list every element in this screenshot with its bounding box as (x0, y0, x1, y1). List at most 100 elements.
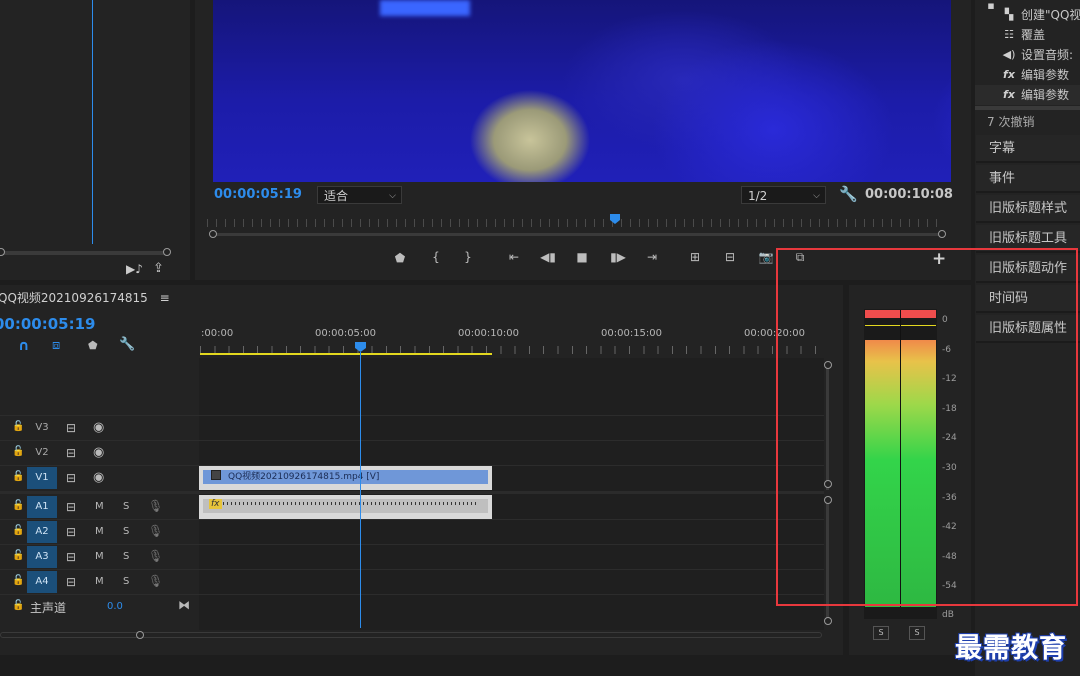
linked-selection-icon[interactable]: ⧈ (52, 338, 60, 353)
timeline-settings-wrench-icon[interactable]: 🔧 (119, 337, 135, 352)
solo-button[interactable]: S (123, 576, 129, 587)
fit-dropdown[interactable]: 适合 ⌵ (317, 186, 402, 204)
video-clip-label: QQ视频20210926174815.mp4 [V] (228, 472, 380, 482)
program-zoom-bar[interactable] (214, 233, 942, 236)
lock-icon[interactable]: 🔓 (12, 500, 24, 511)
lock-icon[interactable]: 🔓 (12, 525, 24, 536)
track-header-v3: 🔓 V3 ⊟ ◉ (0, 417, 199, 441)
track-label[interactable]: V3 (27, 417, 57, 439)
timeline-playhead-line[interactable] (360, 352, 361, 628)
mark-out-icon[interactable]: } (459, 250, 477, 264)
mute-button[interactable]: M (95, 526, 104, 537)
program-zoom-handle-left[interactable] (209, 230, 217, 238)
history-scrollbar[interactable] (975, 106, 1080, 110)
lock-icon[interactable]: 🔓 (12, 550, 24, 561)
video-clip[interactable]: QQ视频20210926174815.mp4 [V] (199, 466, 492, 490)
eye-icon[interactable]: ◉ (93, 470, 104, 485)
timeline-timecode[interactable]: 00:00:05:19 (0, 315, 96, 333)
history-item[interactable]: ☷ 覆盖 (975, 25, 1080, 45)
lock-icon[interactable]: 🔓 (12, 471, 24, 482)
tab-captions[interactable]: 字幕 (976, 135, 1080, 163)
audio-clip[interactable]: fx (199, 495, 492, 519)
lift-icon[interactable]: ⊞ (686, 250, 704, 264)
snap-magnet-icon[interactable]: ∩ (18, 338, 29, 354)
ruler-label: 00:00:05:00 (315, 328, 377, 339)
step-forward-icon[interactable]: ▮▶ (609, 250, 627, 264)
wrench-settings-icon[interactable]: 🔧 (839, 185, 858, 203)
video-audio-divider[interactable] (0, 491, 824, 494)
master-volume-value[interactable]: 0.0 (107, 601, 123, 612)
tab-legacy-title-styles[interactable]: 旧版标题样式 (976, 195, 1080, 223)
vscroll-handle[interactable] (824, 617, 832, 625)
stop-icon[interactable]: ■ (573, 250, 591, 264)
mute-button[interactable]: M (95, 576, 104, 587)
solo-left-button[interactable]: S (873, 626, 889, 640)
microphone-icon[interactable]: 🎙 (148, 574, 163, 588)
timeline-tracks-area[interactable] (199, 358, 824, 630)
hscroll-handle[interactable] (136, 631, 144, 639)
track-header-v2: 🔓 V2 ⊟ ◉ (0, 442, 199, 466)
history-item[interactable]: fx 编辑参数 (975, 65, 1080, 85)
eye-icon[interactable]: ◉ (93, 445, 104, 460)
lock-icon[interactable]: 🔓 (12, 575, 24, 586)
bowtie-icon[interactable]: ⧓ (178, 598, 190, 612)
insert-clip-icon[interactable]: ▶♪ (126, 262, 143, 276)
solo-button[interactable]: S (123, 551, 129, 562)
sync-lock-icon[interactable]: ⊟ (66, 575, 76, 589)
tab-events[interactable]: 事件 (976, 165, 1080, 193)
sync-lock-icon[interactable]: ⊟ (66, 550, 76, 564)
clip-icon: ▚ (1004, 8, 1014, 21)
sync-lock-icon[interactable]: ⊟ (66, 525, 76, 539)
resolution-dropdown[interactable]: 1/2 ⌵ (741, 186, 826, 204)
go-to-out-icon[interactable]: ⇥ (643, 250, 661, 264)
history-item[interactable]: fx 编辑参数 (975, 85, 1080, 105)
sync-lock-icon[interactable]: ⊟ (66, 500, 76, 514)
track-header-a2: 🔓 A2 ⊟ M S 🎙 (0, 521, 199, 545)
work-area-bar[interactable] (200, 353, 492, 355)
history-item[interactable]: ◀) 设置音频: (975, 45, 1080, 65)
program-zoom-handle-right[interactable] (938, 230, 946, 238)
track-header-master: 🔓 主声道 0.0 ⧓ (0, 596, 199, 620)
eye-icon[interactable]: ◉ (93, 420, 104, 435)
mark-in-icon[interactable]: { (427, 250, 445, 264)
solo-right-button[interactable]: S (909, 626, 925, 640)
solo-button[interactable]: S (123, 526, 129, 537)
history-item[interactable]: ▚ 创建"QQ视 (975, 5, 1080, 25)
add-marker-icon[interactable]: ⬟ (391, 251, 409, 265)
mute-button[interactable]: M (95, 501, 104, 512)
program-time-ruler[interactable] (207, 219, 943, 227)
export-icon[interactable]: ⇪ (153, 261, 164, 276)
program-duration-timecode: 00:00:10:08 (865, 187, 953, 202)
program-current-timecode[interactable]: 00:00:05:19 (214, 187, 302, 202)
lock-icon[interactable]: 🔓 (12, 600, 24, 611)
lock-icon[interactable]: 🔓 (12, 446, 24, 457)
sequence-tab[interactable]: QQ视频20210926174815 ≡ (0, 289, 170, 306)
resolution-dropdown-label: 1/2 (748, 189, 768, 203)
lock-icon[interactable]: 🔓 (12, 421, 24, 432)
mute-button[interactable]: M (95, 551, 104, 562)
track-label[interactable]: A3 (27, 546, 57, 568)
track-label[interactable]: V1 (27, 467, 57, 489)
microphone-icon[interactable]: 🎙 (148, 524, 163, 538)
timeline-hscroll[interactable] (0, 632, 822, 638)
sync-lock-icon[interactable]: ⊟ (66, 446, 76, 460)
sync-lock-icon[interactable]: ⊟ (66, 421, 76, 435)
track-label[interactable]: A1 (27, 496, 57, 518)
track-label[interactable]: V2 (27, 442, 57, 464)
menu-icon[interactable]: ≡ (160, 291, 170, 305)
microphone-icon[interactable]: 🎙 (148, 499, 163, 513)
solo-button[interactable]: S (123, 501, 129, 512)
track-label[interactable]: A2 (27, 521, 57, 543)
go-to-in-icon[interactable]: ⇤ (505, 250, 523, 264)
extract-icon[interactable]: ⊟ (721, 250, 739, 264)
export-frame-camera-icon[interactable]: 📷 (757, 250, 775, 264)
db-label: dB (942, 610, 954, 620)
sync-lock-icon[interactable]: ⊟ (66, 471, 76, 485)
add-marker-icon[interactable]: ⬟ (88, 339, 98, 352)
microphone-icon[interactable]: 🎙 (148, 549, 163, 563)
source-zoom-bar[interactable] (0, 251, 170, 255)
step-back-icon[interactable]: ◀▮ (539, 250, 557, 264)
master-track-label: 主声道 (30, 601, 67, 615)
track-label[interactable]: A4 (27, 571, 57, 593)
source-zoom-handle-right[interactable] (163, 248, 171, 256)
